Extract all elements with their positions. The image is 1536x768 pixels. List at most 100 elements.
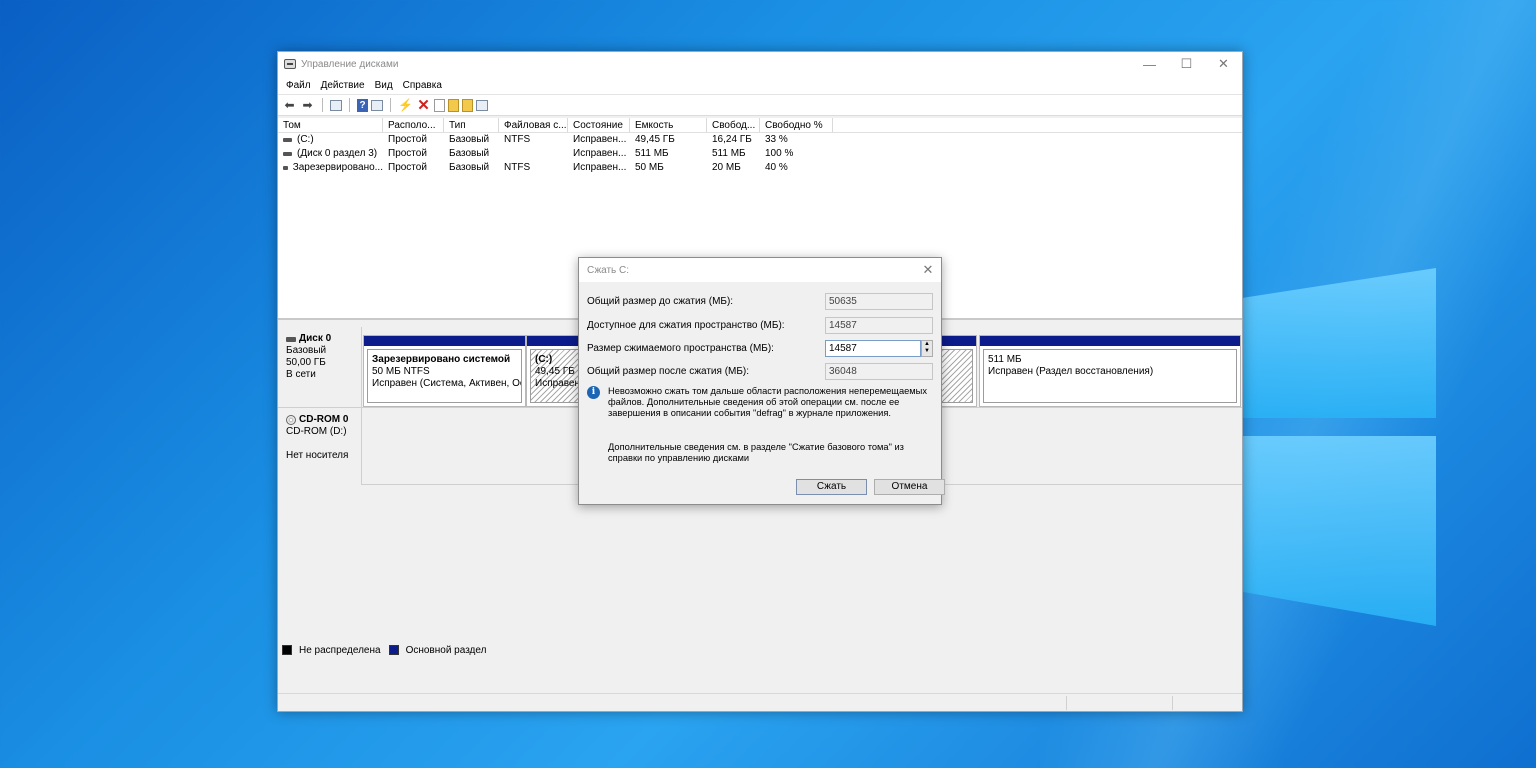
cell-capacity: 511 МБ xyxy=(635,148,669,159)
stepper-down-icon[interactable]: ▼ xyxy=(922,348,932,356)
maximize-button[interactable]: ☐ xyxy=(1168,52,1205,76)
new-volume-icon[interactable] xyxy=(448,98,459,112)
shrink-size-stepper[interactable]: 14587 ▲ ▼ xyxy=(825,339,933,357)
stepper-up-icon[interactable]: ▲ xyxy=(922,340,932,348)
cell-layout: Простой xyxy=(388,148,427,159)
cdrom-label[interactable]: CD-ROM 0 CD-ROM (D:) Нет носителя xyxy=(278,408,362,485)
cdrom-type: CD-ROM (D:) xyxy=(286,426,347,437)
menu-action[interactable]: Действие xyxy=(317,80,371,91)
cell-free-percent: 100 % xyxy=(765,148,794,159)
cell-volume: (C:) xyxy=(278,133,383,147)
disk-management-icon xyxy=(284,59,296,69)
cell-free-percent: 40 % xyxy=(765,162,788,173)
disk-0-status: В сети xyxy=(286,369,316,380)
dialog-close-icon[interactable]: ✕ xyxy=(915,262,941,278)
column-header-status[interactable]: Состояние xyxy=(568,118,630,132)
menu-help[interactable]: Справка xyxy=(399,80,448,91)
cell-layout: Простой xyxy=(388,162,427,173)
primary-swatch xyxy=(388,645,399,655)
cell-type: Базовый xyxy=(449,134,490,145)
column-header-capacity[interactable]: Емкость xyxy=(630,118,707,132)
logo-pane-top xyxy=(1242,268,1436,418)
legend-unallocated: Не распределена xyxy=(299,644,381,656)
total-before-label: Общий размер до сжатия (МБ): xyxy=(587,295,734,307)
volume-icon xyxy=(283,166,288,170)
partition-system-reserved[interactable]: Зарезервировано системой 50 МБ NTFS Испр… xyxy=(363,335,526,407)
cell-capacity: 49,45 ГБ xyxy=(635,134,675,145)
forward-arrow-icon[interactable]: ➡ xyxy=(300,98,315,113)
unallocated-swatch xyxy=(282,645,292,655)
menu-file[interactable]: Файл xyxy=(282,80,317,91)
delete-icon[interactable]: ✕ xyxy=(416,97,431,114)
partition-info: Зарезервировано системой 50 МБ NTFS Испр… xyxy=(367,349,522,403)
volume-list-header: Том Располо... Тип Файловая с... Состоян… xyxy=(278,118,1242,133)
cell-free-percent: 33 % xyxy=(765,134,788,145)
shrink-size-input[interactable]: 14587 xyxy=(825,339,921,357)
windows-logo xyxy=(1242,240,1442,640)
window-controls: — ☐ ✕ xyxy=(1131,52,1242,76)
legend-primary: Основной раздел xyxy=(405,644,487,656)
cell-volume: Зарезервировано... xyxy=(278,161,383,175)
shrink-button[interactable]: Сжать xyxy=(796,479,867,495)
total-after-value: 36048 xyxy=(825,362,933,380)
partition-recovery[interactable]: 511 МБ Исправен (Раздел восстановления) xyxy=(979,335,1241,407)
column-header-volume[interactable]: Том xyxy=(278,118,383,132)
toolbar-separator xyxy=(322,98,323,112)
properties-icon[interactable] xyxy=(371,99,383,111)
cell-filesystem: NTFS xyxy=(504,134,531,145)
help-icon[interactable]: ? xyxy=(357,98,368,112)
legend: Не распределена Основной раздел xyxy=(282,642,486,658)
title-bar[interactable]: Управление дисками — ☐ ✕ xyxy=(278,52,1242,76)
cell-type: Базовый xyxy=(449,162,490,173)
minimize-button[interactable]: — xyxy=(1131,52,1168,76)
partition-status: Исправен (Раздел восстановления) xyxy=(988,366,1154,377)
column-header-free-percent[interactable]: Свободно % xyxy=(760,118,833,132)
dialog-title-bar[interactable]: Сжать C: ✕ xyxy=(579,258,941,282)
available-row: Доступное для сжатия пространство (МБ): … xyxy=(587,316,933,334)
back-arrow-icon[interactable]: ⬅ xyxy=(282,98,297,113)
view-icon[interactable] xyxy=(476,99,488,111)
connect-icon[interactable]: ⚡ xyxy=(398,98,413,113)
info-message: i Невозможно сжать том дальше области ра… xyxy=(587,386,927,419)
available-value: 14587 xyxy=(825,316,933,334)
partition-status: Исправен (Система, Активен, Осн xyxy=(372,378,522,389)
check-icon[interactable] xyxy=(434,98,445,112)
help-reference-text: Дополнительные сведения см. в разделе "С… xyxy=(608,442,904,463)
close-button[interactable]: ✕ xyxy=(1205,52,1242,76)
cell-layout: Простой xyxy=(388,134,427,145)
table-row[interactable]: (C:) Простой Базовый NTFS Исправен... 49… xyxy=(278,133,1242,147)
status-bar xyxy=(278,693,1242,711)
table-row[interactable]: Зарезервировано... Простой Базовый NTFS … xyxy=(278,161,1242,175)
volume-name: (C:) xyxy=(297,134,314,145)
dialog-title: Сжать C: xyxy=(587,264,630,276)
stepper-arrows: ▲ ▼ xyxy=(921,339,933,357)
disk-0-label[interactable]: Диск 0 Базовый 50,00 ГБ В сети xyxy=(278,327,362,407)
primary-partition-bar xyxy=(364,336,525,346)
export-icon[interactable] xyxy=(462,98,473,112)
volume-icon xyxy=(283,138,292,142)
column-header-filesystem[interactable]: Файловая с... xyxy=(499,118,568,132)
primary-partition-bar xyxy=(980,336,1240,346)
toolbar-separator xyxy=(349,98,350,112)
column-header-layout[interactable]: Располо... xyxy=(383,118,444,132)
cell-status: Исправен... xyxy=(573,162,627,173)
console-tree-icon[interactable] xyxy=(330,99,342,111)
partition-size: 511 МБ xyxy=(988,354,1022,365)
toolbar-separator xyxy=(390,98,391,112)
cell-free: 511 МБ xyxy=(712,148,746,159)
cell-filesystem xyxy=(499,147,568,161)
cell-volume: (Диск 0 раздел 3) xyxy=(278,147,383,161)
column-header-free[interactable]: Свобод... xyxy=(707,118,760,132)
menu-bar: Файл Действие Вид Справка xyxy=(278,76,1242,94)
cancel-button[interactable]: Отмена xyxy=(874,479,945,495)
cell-free: 20 МБ xyxy=(712,162,741,173)
menu-view[interactable]: Вид xyxy=(371,80,399,91)
table-row[interactable]: (Диск 0 раздел 3) Простой Базовый Исправ… xyxy=(278,147,1242,161)
total-before-value: 50635 xyxy=(825,292,933,310)
info-icon: i xyxy=(587,386,600,399)
cell-status: Исправен... xyxy=(573,134,627,145)
partition-info: 511 МБ Исправен (Раздел восстановления) xyxy=(983,349,1237,403)
cd-icon xyxy=(286,415,296,425)
column-header-type[interactable]: Тип xyxy=(444,118,499,132)
status-segment xyxy=(1066,696,1067,710)
